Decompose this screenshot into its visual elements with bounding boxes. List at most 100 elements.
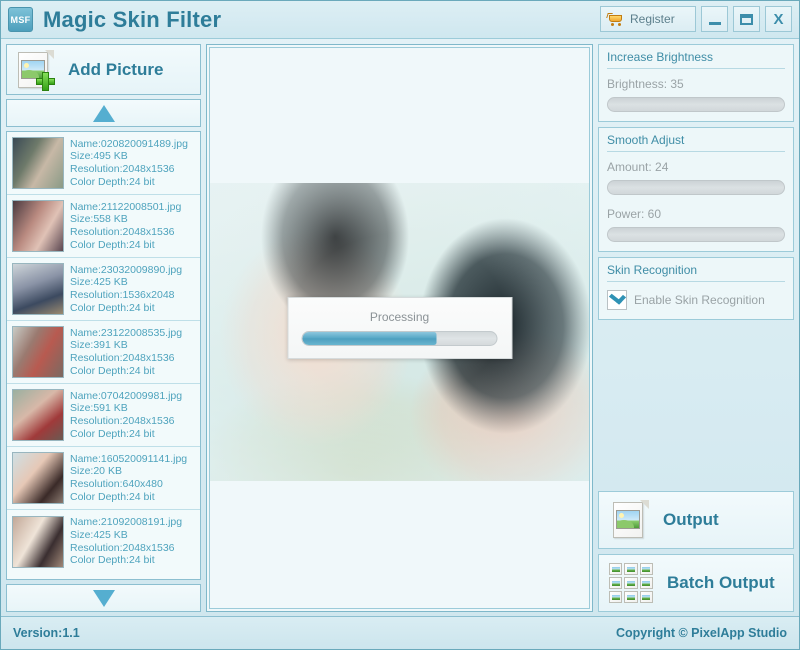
metadata-resolution: Resolution:1536x2048: [70, 289, 175, 301]
add-picture-icon: [14, 49, 55, 91]
brightness-group: Increase Brightness Brightness: 35: [598, 44, 794, 122]
metadata-resolution: Resolution:2048x1536: [70, 415, 175, 427]
brightness-value-label: Brightness: 35: [607, 77, 684, 91]
sidebar: Add Picture Name:020820091489.jpg Size:49…: [6, 44, 201, 612]
shopping-cart-icon: [606, 12, 624, 26]
minimize-button[interactable]: [701, 6, 728, 32]
metadata-size: Size:425 KB: [70, 276, 128, 289]
list-item[interactable]: Name:020820091489.jpg Size:495 KB Resoluti…: [7, 132, 200, 195]
add-picture-button[interactable]: Add Picture: [6, 44, 201, 95]
power-slider[interactable]: [607, 227, 785, 242]
thumbnail-image: [12, 137, 64, 189]
thumbnail-metadata: Name:020820091489.jpg Size:495 KB Resoluti…: [70, 138, 188, 188]
thumbnail-metadata: Name:07042009981.jpg Size:591 KB Resolutio…: [70, 390, 182, 440]
thumbnail-metadata: Name:21092008191.jpg Size:425 KB Resolutio…: [70, 516, 182, 566]
metadata-depth: Color Depth:24 bit: [70, 238, 155, 251]
thumbnail-image: [12, 452, 64, 504]
metadata-depth: Color Depth:24 bit: [70, 427, 155, 440]
preview-panel: Processing: [206, 44, 593, 612]
thumbnail-image: [12, 515, 64, 568]
smooth-adjust-group: Smooth Adjust Amount: 24 Power: 60: [598, 127, 794, 252]
close-icon: X: [773, 10, 784, 28]
metadata-name: Name:21122008501.jpg: [70, 200, 182, 213]
thumbnail-image: [12, 326, 64, 378]
add-picture-label: Add Picture: [68, 59, 164, 79]
enable-skin-recognition-row[interactable]: Enable Skin Recognition: [607, 289, 785, 310]
metadata-name: Name:23032009890.jpg: [70, 263, 183, 276]
metadata-resolution: Resolution:2048x1536: [70, 163, 175, 175]
enable-skin-recognition-label: Enable Skin Recognition: [634, 293, 765, 307]
brightness-group-title: Increase Brightness: [607, 50, 785, 69]
check-icon: [608, 289, 627, 305]
application-window: MSF Magic Skin Filter Register X Add Pic…: [0, 0, 800, 650]
register-button-label: Register: [630, 12, 675, 26]
metadata-depth: Color Depth:24 bit: [70, 490, 155, 503]
list-item[interactable]: Name:23122008535.jpg Size:391 KB Resolutio…: [7, 321, 200, 384]
batch-output-icon: [609, 563, 653, 603]
metadata-name: Name:23122008535.jpg: [70, 326, 183, 339]
controls-sidebar: Increase Brightness Brightness: 35 Smoot…: [598, 44, 794, 612]
metadata-depth: Color Depth:24 bit: [70, 364, 155, 377]
metadata-resolution: Resolution:2048x1536: [70, 226, 175, 238]
metadata-size: Size:20 KB: [70, 465, 122, 478]
scroll-up-button[interactable]: [6, 99, 201, 127]
metadata-name: Name:07042009981.jpg: [70, 389, 183, 402]
version-label: Version:1.1: [13, 626, 80, 640]
metadata-size: Size:425 KB: [70, 528, 128, 541]
thumbnail-metadata: Name:160520091141.jpg Size:20 KB Resolutio…: [70, 453, 187, 503]
metadata-size: Size:558 KB: [70, 213, 128, 226]
brightness-slider[interactable]: [607, 97, 785, 112]
minimize-icon: [708, 21, 721, 25]
thumbnail-image: [12, 263, 64, 315]
metadata-name: Name:21092008191.jpg: [70, 516, 183, 529]
output-icon: [609, 500, 649, 540]
list-item[interactable]: Name:160520091141.jpg Size:20 KB Resolutio…: [7, 447, 200, 510]
metadata-depth: Color Depth:24 bit: [70, 301, 155, 314]
maximize-button[interactable]: [733, 6, 760, 32]
thumbnail-metadata: Name:23122008535.jpg Size:391 KB Resolutio…: [70, 327, 182, 377]
image-preview-area[interactable]: Processing: [209, 47, 590, 609]
thumbnail-image: [12, 200, 64, 252]
list-item[interactable]: Name:21122008501.jpg Size:558 KB Resolutio…: [7, 195, 200, 258]
page-title: Magic Skin Filter: [43, 6, 222, 32]
list-item[interactable]: Name:07042009981.jpg Size:591 KB Resolutio…: [7, 384, 200, 447]
thumbnail-list[interactable]: Name:020820091489.jpg Size:495 KB Resoluti…: [6, 131, 201, 580]
metadata-resolution: Resolution:2048x1536: [70, 541, 175, 554]
status-bar: Version:1.1 Copyright © PixelApp Studio: [1, 616, 799, 649]
enable-skin-recognition-checkbox[interactable]: [607, 289, 627, 310]
scroll-down-button[interactable]: [6, 584, 201, 612]
thumbnail-image: [12, 389, 64, 441]
window-controls: Register X: [600, 6, 792, 32]
close-button[interactable]: X: [765, 6, 792, 32]
thumbnail-metadata: Name:21122008501.jpg Size:558 KB Resolutio…: [70, 201, 181, 251]
processing-label: Processing: [369, 310, 430, 324]
batch-output-button[interactable]: Batch Output: [598, 554, 794, 612]
register-button[interactable]: Register: [600, 6, 696, 32]
thumbnail-metadata: Name:23032009890.jpg Size:425 KB Resolutio…: [70, 264, 182, 314]
output-button-label: Output: [663, 510, 719, 529]
metadata-name: Name:020820091489.jpg: [70, 137, 188, 150]
processing-dialog: Processing: [287, 297, 512, 359]
processing-progress-bar: [301, 331, 498, 346]
skin-recognition-group: Skin Recognition Enable Skin Recognition: [598, 257, 794, 320]
arrow-down-icon: [92, 589, 115, 607]
title-bar: MSF Magic Skin Filter Register X: [1, 1, 799, 39]
output-button[interactable]: Output: [598, 491, 794, 549]
controls-spacer: [598, 325, 794, 486]
metadata-resolution: Resolution:2048x1536: [70, 352, 175, 364]
list-item[interactable]: Name:23032009890.jpg Size:425 KB Resolutio…: [7, 258, 200, 321]
copyright-label: Copyright © PixelApp Studio: [615, 626, 787, 640]
amount-slider[interactable]: [607, 180, 785, 195]
main-body: Add Picture Name:020820091489.jpg Size:49…: [1, 39, 799, 612]
power-value-label: Power: 60: [607, 207, 662, 221]
metadata-resolution: Resolution:640x480: [70, 478, 163, 490]
metadata-size: Size:391 KB: [70, 339, 128, 352]
list-item[interactable]: Name:21092008191.jpg Size:425 KB Resolutio…: [7, 510, 200, 573]
app-logo-icon: MSF: [8, 7, 33, 32]
metadata-size: Size:591 KB: [70, 402, 128, 415]
smooth-group-title: Smooth Adjust: [607, 133, 785, 152]
skin-group-title: Skin Recognition: [607, 263, 785, 282]
maximize-icon: [740, 13, 753, 25]
metadata-name: Name:160520091141.jpg: [70, 452, 188, 465]
amount-value-label: Amount: 24: [607, 160, 669, 174]
